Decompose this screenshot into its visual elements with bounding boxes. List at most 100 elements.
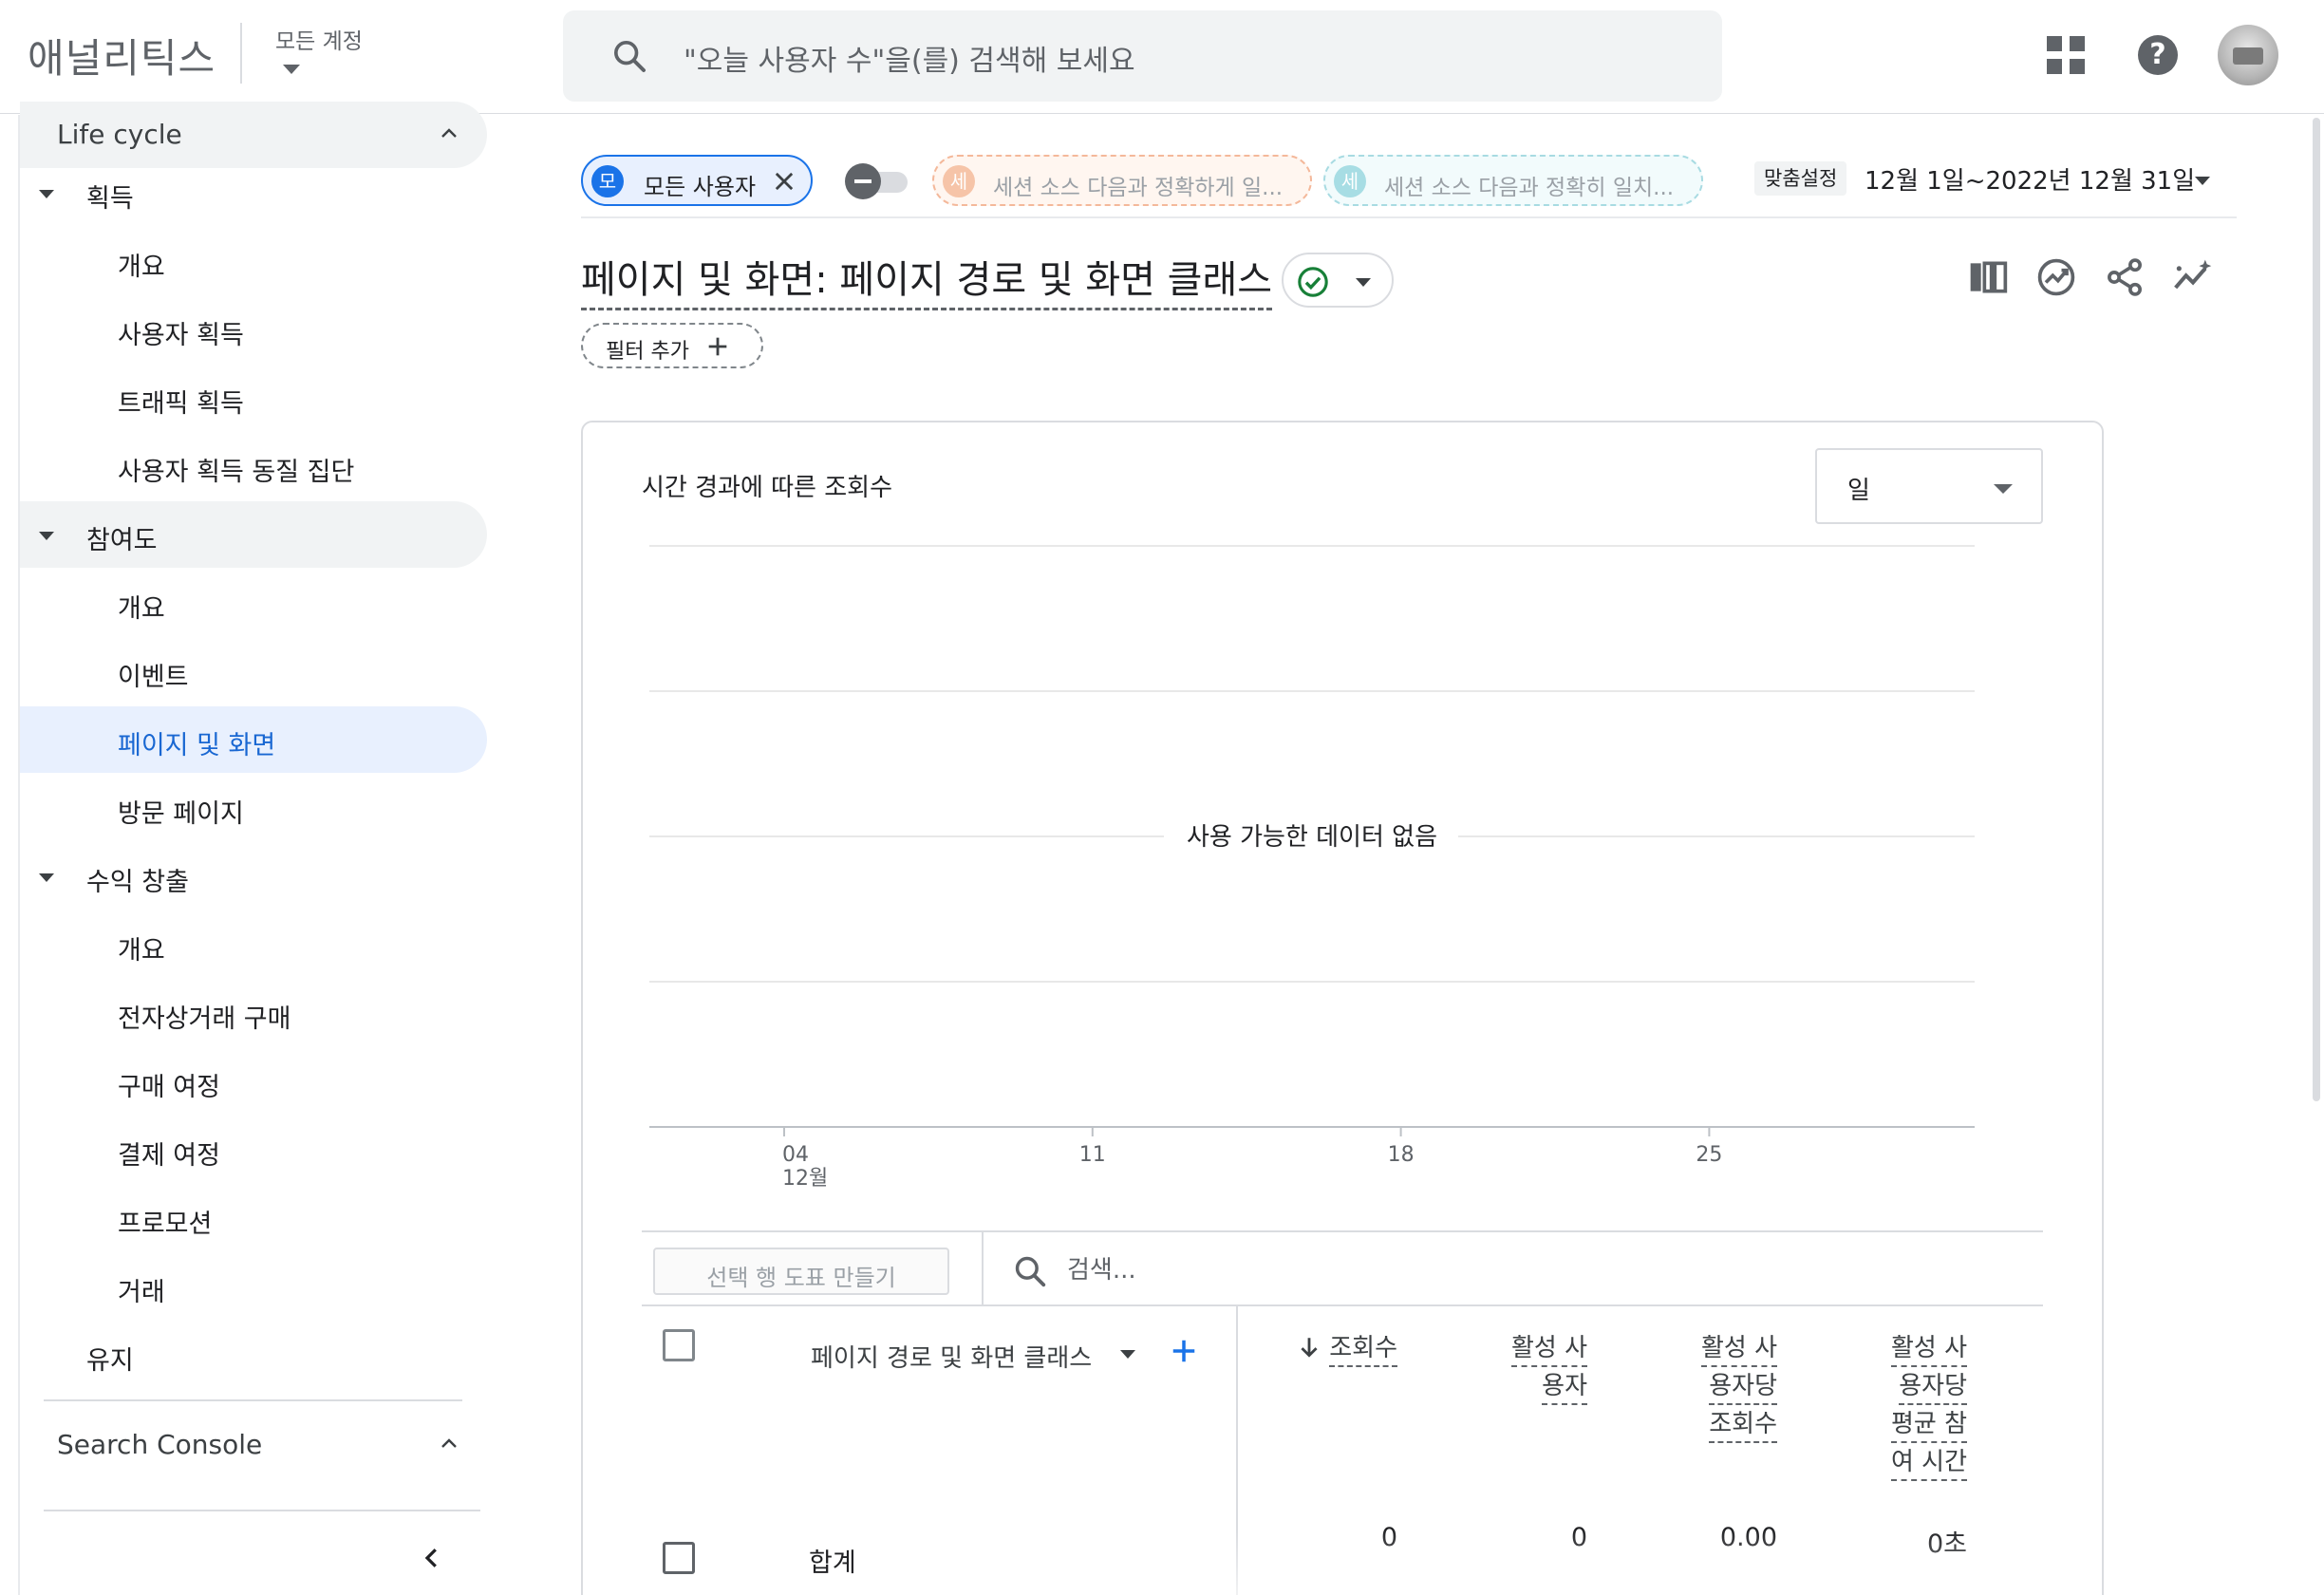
segment-label: 모든 사용자 — [644, 174, 757, 200]
nav-item-label: 이벤트 — [118, 663, 189, 692]
nav-item-eng-overview[interactable]: 개요 — [20, 570, 487, 636]
arrow-down-icon — [1301, 1338, 1318, 1358]
caret-down-icon — [39, 532, 54, 540]
nav-item-label: 트래픽 획득 — [118, 389, 244, 419]
nav-item-landing-page[interactable]: 방문 페이지 — [20, 775, 487, 841]
share-icon[interactable] — [2104, 256, 2146, 298]
metric-header-line: 활성 사 — [1700, 1331, 1777, 1367]
comparison-chip-1[interactable]: 세 세션 소스 다음과 정확하게 일... — [932, 155, 1312, 206]
collapse-nav-icon[interactable] — [418, 1544, 446, 1572]
report-title[interactable]: 페이지 및 화면: 페이지 경로 및 화면 클래스 — [581, 249, 1273, 310]
anomaly-icon[interactable] — [2172, 256, 2214, 298]
row-checkbox[interactable] — [663, 1542, 695, 1574]
page-scrollbar-thumb[interactable] — [2313, 118, 2320, 1101]
caret-down-icon[interactable] — [2195, 177, 2210, 185]
comparison-letter-badge: 세 — [943, 165, 975, 197]
nav-item-promotions[interactable]: 프로모션 — [20, 1185, 487, 1251]
metric-header-active-users[interactable]: 활성 사 용자 — [1510, 1329, 1587, 1405]
search-icon — [614, 41, 646, 72]
insights-icon[interactable] — [2035, 256, 2077, 298]
metric-header-views[interactable]: 조회수 — [1299, 1329, 1397, 1367]
nav-item-user-acquisition[interactable]: 사용자 획득 — [20, 296, 487, 363]
section-lifecycle[interactable]: Life cycle — [20, 102, 487, 168]
comparison-label: 세션 소스 다음과 정확하게 일... — [993, 176, 1284, 200]
line-chart: 04 11 18 25 12월 사용 가능한 데이터 없음 — [649, 545, 1975, 1191]
caret-down-icon — [39, 190, 54, 198]
add-dimension-icon[interactable] — [1170, 1337, 1198, 1365]
nav-item-label: 개요 — [118, 936, 165, 966]
nav-item-label: 개요 — [118, 253, 165, 282]
product-name[interactable]: 애널리틱스 — [28, 27, 216, 84]
comparison-toggle[interactable] — [845, 163, 913, 199]
metric-header-line: 평균 참 — [1890, 1407, 1967, 1443]
date-preset-badge: 맞춤설정 — [1754, 161, 1847, 196]
select-all-checkbox[interactable] — [663, 1329, 695, 1361]
toolbar-divider — [982, 1232, 984, 1306]
nav-group-acquisition[interactable]: 획득 — [20, 160, 487, 226]
metric-header-avg-engagement-time[interactable]: 활성 사 용자당 평균 참 여 시간 — [1890, 1329, 1967, 1481]
account-selector[interactable]: 모든 계정 — [275, 23, 363, 74]
comparison-label: 세션 소스 다음과 정확히 일치... — [1384, 176, 1675, 200]
close-icon[interactable] — [771, 168, 797, 195]
metric-header-line: 활성 사 — [1890, 1331, 1967, 1367]
table-toolbar: 선택 행 도표 만들기 — [642, 1230, 2043, 1306]
comparison-chip-2[interactable]: 세 세션 소스 다음과 정확히 일치... — [1323, 155, 1703, 206]
avatar[interactable] — [2218, 25, 2278, 85]
metric-header-line: 여 시간 — [1890, 1445, 1967, 1481]
nav-item-events[interactable]: 이벤트 — [20, 638, 487, 704]
compare-columns-icon[interactable] — [1967, 256, 2009, 298]
nav-item-acq-overview[interactable]: 개요 — [20, 228, 487, 294]
table-search-input[interactable] — [1067, 1249, 1921, 1291]
add-filter-button[interactable]: 필터 추가 — [581, 323, 763, 368]
nav-item-label: 프로모션 — [118, 1210, 213, 1239]
total-views-per-user: 0.00 — [1719, 1523, 1777, 1552]
nav-item-purchase-journey[interactable]: 구매 여정 — [20, 1048, 487, 1115]
section-label: Search Console — [57, 1429, 263, 1460]
account-label: 모든 계정 — [275, 29, 363, 54]
caret-down-icon[interactable] — [1120, 1350, 1135, 1359]
plot-rows-button[interactable]: 선택 행 도표 만들기 — [653, 1248, 949, 1295]
segment-letter-badge: 모 — [591, 165, 624, 197]
nav-item-label: 방문 페이지 — [118, 799, 244, 829]
x-tick-label: 25 — [1696, 1143, 1722, 1167]
granularity-select[interactable]: 일 — [1815, 448, 2043, 524]
nav-item-retention[interactable]: 유지 — [20, 1322, 487, 1388]
nav-item-label: 전자상거래 구매 — [118, 1004, 291, 1034]
x-tick-label: 04 — [782, 1143, 809, 1167]
global-search[interactable]: "오늘 사용자 수"을(를) 검색해 보세요 — [563, 10, 1722, 102]
nav-item-transactions[interactable]: 거래 — [20, 1253, 487, 1320]
nav-item-traffic-acquisition[interactable]: 트래픽 획득 — [20, 365, 487, 431]
chevron-up-icon — [441, 128, 457, 138]
nav-group-monetization[interactable]: 수익 창출 — [20, 843, 487, 910]
metric-header-line: 용자당 — [1709, 1369, 1777, 1405]
metric-header-line: 조회수 — [1709, 1407, 1777, 1443]
help-icon[interactable]: ? — [2138, 35, 2178, 75]
date-range-picker[interactable]: 12월 1일~2022년 12월 31일 — [1865, 161, 2195, 197]
nav-item-acquisition-cohort[interactable]: 사용자 획득 동질 집단 — [20, 433, 487, 499]
nav-group-label: 참여도 — [86, 526, 158, 555]
total-avg-engagement-time: 0초 — [1926, 1529, 1967, 1559]
nav-item-label: 사용자 획득 동질 집단 — [118, 458, 355, 487]
x-month-label: 12월 — [782, 1167, 828, 1191]
remove-circle-icon — [845, 163, 881, 199]
nav-item-ecommerce-purchases[interactable]: 전자상거래 구매 — [20, 980, 487, 1046]
nav-divider — [44, 1399, 462, 1401]
nav-item-mon-overview[interactable]: 개요 — [20, 911, 487, 978]
nav-item-label: 결제 여정 — [118, 1141, 220, 1171]
x-tick-label: 18 — [1388, 1143, 1415, 1167]
caret-down-icon — [1356, 278, 1371, 287]
segment-chip-all-users[interactable]: 모 모든 사용자 — [581, 155, 813, 206]
empty-state-message: 사용 가능한 데이터 없음 — [1187, 823, 1437, 852]
nav-item-pages-and-screens[interactable]: 페이지 및 화면 — [20, 706, 487, 773]
nav-group-engagement[interactable]: 참여도 — [20, 501, 487, 568]
dimension-header[interactable]: 페이지 경로 및 화면 클래스 — [811, 1339, 1092, 1374]
metric-header-views-per-user[interactable]: 활성 사 용자당 조회수 — [1700, 1329, 1777, 1443]
apps-grid-icon[interactable] — [2047, 36, 2085, 74]
granularity-value: 일 — [1847, 477, 1870, 505]
column-divider — [1236, 1306, 1238, 1595]
report-status-menu[interactable] — [1282, 253, 1394, 308]
nav-item-checkout-journey[interactable]: 결제 여정 — [20, 1116, 487, 1183]
nav-group-label: 획득 — [86, 184, 134, 214]
section-search-console[interactable]: Search Console — [20, 1412, 487, 1478]
caret-down-icon — [1994, 484, 2013, 494]
